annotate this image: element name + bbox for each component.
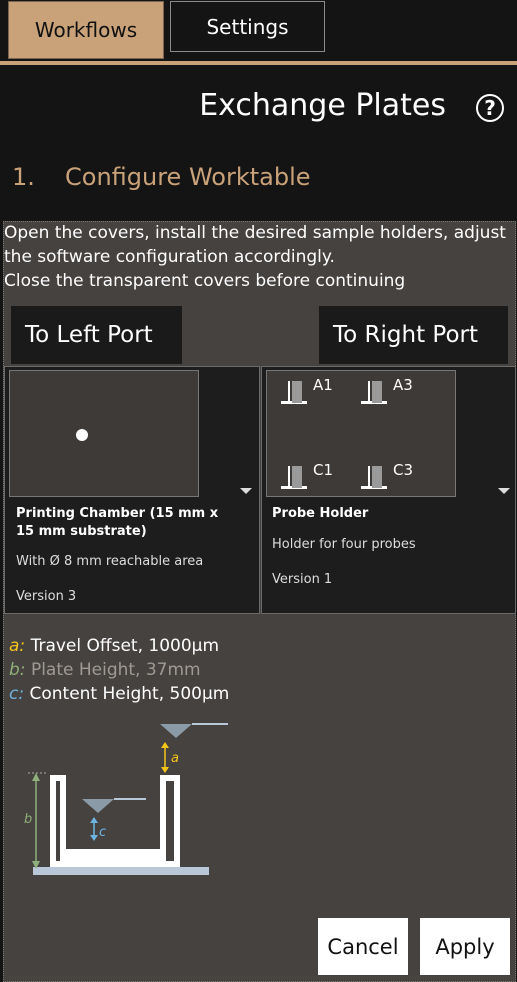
instructions-line-1: Open the covers, install the desired sam… [4, 223, 506, 267]
slot-label: C1 [313, 461, 334, 479]
page-title: Exchange Plates [199, 88, 446, 123]
legend-text: Travel Offset, 1000µm [30, 636, 220, 656]
slot-label: A1 [313, 376, 333, 394]
printing-chamber-preview [9, 370, 199, 497]
probe-slot-icon [281, 464, 307, 492]
dimension-b-label: b [24, 812, 32, 827]
legend-key: b: [9, 660, 26, 680]
step-title: Configure Worktable [65, 163, 311, 191]
probe-slot-icon [361, 464, 387, 492]
plate-diagram: b c a [24, 723, 228, 875]
to-right-port-button[interactable]: To Right Port [319, 306, 508, 364]
reachable-area-dot [76, 429, 88, 441]
tab-underline [0, 61, 517, 65]
dimension-a-label: a [171, 751, 179, 766]
legend-text: Content Height, 500µm [29, 684, 230, 704]
card-version: Version 3 [16, 589, 77, 604]
dimension-c-label: c [99, 825, 106, 840]
legend-plate-height: b: Plate Height, 37mm [9, 660, 201, 680]
legend-content-height: c: Content Height, 500µm [9, 684, 229, 704]
card-description: With Ø 8 mm reachable area [16, 554, 204, 569]
legend-key: a: [9, 636, 26, 656]
printing-chamber-card[interactable]: Printing Chamber (15 mm x 15 mm substrat… [4, 366, 260, 614]
base-plate [33, 867, 209, 875]
apply-button[interactable]: Apply [420, 918, 510, 975]
chevron-down-icon[interactable] [498, 488, 510, 494]
card-title: Printing Chamber (15 mm x 15 mm substrat… [16, 506, 219, 539]
instructions-text: Open the covers, install the desired sam… [4, 221, 509, 293]
cancel-button[interactable]: Cancel [318, 918, 408, 975]
probe-holder-preview: A1 A3 C1 C3 [266, 370, 456, 497]
tab-settings[interactable]: Settings [170, 1, 325, 52]
legend-key: c: [9, 684, 25, 704]
probe-slot-icon [361, 379, 387, 407]
card-title: Probe Holder [272, 506, 369, 521]
card-description: Holder for four probes [272, 537, 416, 552]
probe-slot-icon [281, 379, 307, 407]
legend-travel-offset: a: Travel Offset, 1000µm [9, 636, 219, 656]
instructions-line-2: Close the transparent covers before cont… [4, 271, 406, 291]
probe-tip [82, 799, 114, 813]
card-version: Version 1 [272, 572, 333, 587]
probe-tip [160, 724, 192, 738]
to-left-port-button[interactable]: To Left Port [11, 306, 182, 364]
chevron-down-icon[interactable] [240, 488, 252, 494]
tab-workflows[interactable]: Workflows [8, 1, 164, 59]
help-icon[interactable]: ? [476, 94, 504, 122]
slot-label: A3 [393, 376, 413, 394]
probe-holder-card[interactable]: A1 A3 C1 C3 Probe Holder Holder for four… [261, 366, 516, 614]
slot-label: C3 [393, 461, 414, 479]
plate-outline [50, 775, 180, 867]
step-number: 1. [12, 163, 35, 191]
legend-text: Plate Height, 37mm [30, 660, 201, 680]
